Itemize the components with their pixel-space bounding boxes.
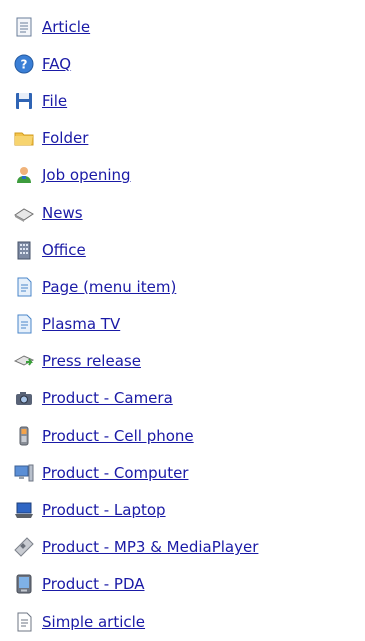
item-link-product-cell-phone[interactable]: Product - Cell phone bbox=[42, 427, 194, 445]
item-link-simple-article[interactable]: Simple article bbox=[42, 613, 145, 631]
list-item: Office bbox=[12, 231, 365, 268]
office-building-icon bbox=[12, 238, 36, 262]
list-item: Product - Cell phone bbox=[12, 417, 365, 454]
page-icon bbox=[12, 312, 36, 336]
cell-phone-icon bbox=[12, 424, 36, 448]
person-icon bbox=[12, 163, 36, 187]
item-link-product-laptop[interactable]: Product - Laptop bbox=[42, 501, 166, 519]
list-item: Plasma TV bbox=[12, 306, 365, 343]
list-item: Product - Camera bbox=[12, 380, 365, 417]
item-link-press-release[interactable]: Press release bbox=[42, 352, 141, 370]
news-icon bbox=[12, 201, 36, 225]
list-item: File bbox=[12, 82, 365, 119]
list-item: Press release bbox=[12, 343, 365, 380]
document-icon bbox=[12, 15, 36, 39]
document-type-list: Article ? FAQ File Folder Job opening Ne… bbox=[0, 0, 365, 640]
floppy-disk-icon bbox=[12, 89, 36, 113]
list-item: Product - Computer bbox=[12, 454, 365, 491]
list-item: Page (menu item) bbox=[12, 268, 365, 305]
help-icon: ? bbox=[12, 52, 36, 76]
list-item: News bbox=[12, 194, 365, 231]
svg-text:?: ? bbox=[21, 57, 28, 71]
page-icon bbox=[12, 275, 36, 299]
camera-icon bbox=[12, 386, 36, 410]
item-link-product-pda[interactable]: Product - PDA bbox=[42, 575, 145, 593]
list-item: ? FAQ bbox=[12, 45, 365, 82]
list-item: Job opening bbox=[12, 157, 365, 194]
laptop-icon bbox=[12, 498, 36, 522]
list-item: Folder bbox=[12, 120, 365, 157]
list-item: Product - MP3 & MediaPlayer bbox=[12, 529, 365, 566]
item-link-news[interactable]: News bbox=[42, 204, 83, 222]
simple-document-icon bbox=[12, 610, 36, 634]
item-link-product-computer[interactable]: Product - Computer bbox=[42, 464, 188, 482]
list-item: Simple article bbox=[12, 603, 365, 640]
list-item: Article bbox=[12, 8, 365, 45]
folder-icon bbox=[12, 126, 36, 150]
item-link-page-menu-item[interactable]: Page (menu item) bbox=[42, 278, 176, 296]
item-link-faq[interactable]: FAQ bbox=[42, 55, 71, 73]
item-link-office[interactable]: Office bbox=[42, 241, 86, 259]
item-link-folder[interactable]: Folder bbox=[42, 129, 88, 147]
item-link-plasma-tv[interactable]: Plasma TV bbox=[42, 315, 120, 333]
computer-icon bbox=[12, 461, 36, 485]
list-item: Product - PDA bbox=[12, 566, 365, 603]
item-link-job-opening[interactable]: Job opening bbox=[42, 166, 131, 184]
item-link-file[interactable]: File bbox=[42, 92, 67, 110]
item-link-article[interactable]: Article bbox=[42, 18, 90, 36]
item-link-product-mp3-mediaplayer[interactable]: Product - MP3 & MediaPlayer bbox=[42, 538, 258, 556]
list-item: Product - Laptop bbox=[12, 491, 365, 528]
press-release-icon bbox=[12, 349, 36, 373]
item-link-product-camera[interactable]: Product - Camera bbox=[42, 389, 173, 407]
pda-icon bbox=[12, 572, 36, 596]
mp3-player-icon bbox=[12, 535, 36, 559]
